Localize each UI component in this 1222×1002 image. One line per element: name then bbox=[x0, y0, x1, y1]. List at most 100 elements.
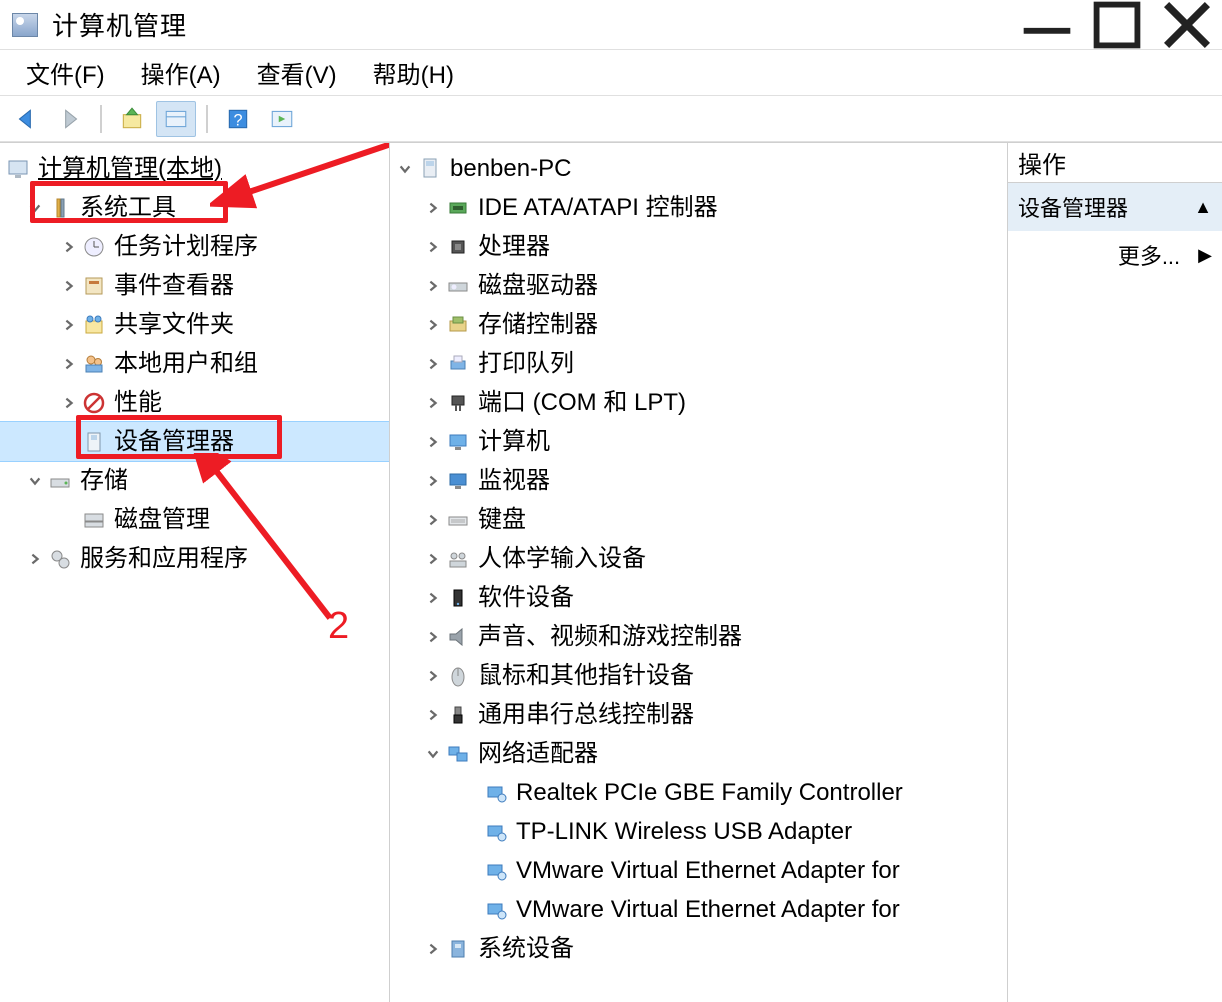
device-item-label: 监视器 bbox=[478, 469, 550, 493]
expand-icon[interactable] bbox=[422, 474, 444, 488]
navigation-tree: 计算机管理(本地) 系统工具任务计划程序事件查看器共享文件夹本地用户和组性能设备… bbox=[0, 143, 390, 1002]
expand-icon[interactable] bbox=[422, 435, 444, 449]
nav-item[interactable]: 共享文件夹 bbox=[0, 305, 389, 344]
device-item-label: VMware Virtual Ethernet Adapter for bbox=[516, 859, 900, 883]
help-button[interactable]: ? bbox=[218, 101, 258, 137]
nav-item[interactable]: 存储 bbox=[0, 461, 389, 500]
device-item[interactable]: 磁盘驱动器 bbox=[390, 266, 1007, 305]
diskmgt-icon bbox=[80, 507, 108, 533]
device-item[interactable]: 计算机 bbox=[390, 422, 1007, 461]
menu-view[interactable]: 查看(V) bbox=[239, 51, 355, 94]
nav-item[interactable]: 设备管理器 bbox=[0, 422, 389, 461]
device-item[interactable]: 端口 (COM 和 LPT) bbox=[390, 383, 1007, 422]
device-item[interactable]: 键盘 bbox=[390, 500, 1007, 539]
devmgr-icon bbox=[80, 429, 108, 455]
menu-help[interactable]: 帮助(H) bbox=[355, 51, 472, 94]
expand-icon[interactable] bbox=[422, 669, 444, 683]
device-item[interactable]: 声音、视频和游戏控制器 bbox=[390, 617, 1007, 656]
net-icon bbox=[444, 741, 472, 767]
expand-icon[interactable] bbox=[422, 552, 444, 566]
device-item-label: 声音、视频和游戏控制器 bbox=[478, 625, 742, 649]
nav-item[interactable]: 磁盘管理 bbox=[0, 500, 389, 539]
minimize-button[interactable] bbox=[1012, 0, 1082, 50]
device-item[interactable]: 存储控制器 bbox=[390, 305, 1007, 344]
device-item-label: 磁盘驱动器 bbox=[478, 274, 598, 298]
expand-icon[interactable] bbox=[422, 513, 444, 527]
device-item[interactable]: 软件设备 bbox=[390, 578, 1007, 617]
expand-icon[interactable] bbox=[422, 396, 444, 410]
action-primary-label: 设备管理器 bbox=[1018, 191, 1128, 223]
properties-button[interactable] bbox=[156, 101, 196, 137]
device-item-label: 系统设备 bbox=[478, 937, 574, 961]
forward-button[interactable] bbox=[50, 101, 90, 137]
menu-file[interactable]: 文件(F) bbox=[8, 51, 123, 94]
device-item[interactable]: 系统设备 bbox=[390, 929, 1007, 968]
details-button[interactable] bbox=[262, 101, 302, 137]
device-item[interactable]: VMware Virtual Ethernet Adapter for bbox=[390, 890, 1007, 929]
device-item[interactable]: VMware Virtual Ethernet Adapter for bbox=[390, 851, 1007, 890]
disk-icon bbox=[46, 468, 74, 494]
maximize-button[interactable] bbox=[1082, 0, 1152, 50]
device-item[interactable]: TP-LINK Wireless USB Adapter bbox=[390, 812, 1007, 851]
event-icon bbox=[80, 273, 108, 299]
nav-item[interactable]: 事件查看器 bbox=[0, 266, 389, 305]
expand-icon[interactable] bbox=[58, 357, 80, 371]
device-item[interactable]: 监视器 bbox=[390, 461, 1007, 500]
toolbar-separator bbox=[100, 105, 102, 133]
expand-icon[interactable] bbox=[58, 318, 80, 332]
action-more[interactable]: 更多... ▶ bbox=[1008, 231, 1222, 279]
up-button[interactable] bbox=[112, 101, 152, 137]
expand-icon[interactable] bbox=[422, 591, 444, 605]
device-item-label: 网络适配器 bbox=[478, 742, 598, 766]
port-icon bbox=[444, 390, 472, 416]
perf-icon bbox=[80, 390, 108, 416]
device-item-label: 计算机 bbox=[478, 430, 550, 454]
device-item[interactable]: IDE ATA/ATAPI 控制器 bbox=[390, 188, 1007, 227]
nav-item[interactable]: 服务和应用程序 bbox=[0, 539, 389, 578]
monitor-icon bbox=[444, 468, 472, 494]
expand-icon[interactable] bbox=[394, 162, 416, 176]
nav-item[interactable]: 任务计划程序 bbox=[0, 227, 389, 266]
expand-icon[interactable] bbox=[422, 201, 444, 215]
device-root[interactable]: benben-PC bbox=[390, 149, 1007, 188]
back-button[interactable] bbox=[6, 101, 46, 137]
action-primary[interactable]: 设备管理器 ▲ bbox=[1008, 183, 1222, 231]
device-item[interactable]: 人体学输入设备 bbox=[390, 539, 1007, 578]
tree-root[interactable]: 计算机管理(本地) bbox=[0, 149, 389, 188]
expand-icon[interactable] bbox=[58, 240, 80, 254]
device-item[interactable]: 鼠标和其他指针设备 bbox=[390, 656, 1007, 695]
device-item[interactable]: 网络适配器 bbox=[390, 734, 1007, 773]
expand-icon[interactable] bbox=[24, 552, 46, 566]
storage-icon bbox=[444, 312, 472, 338]
expand-icon[interactable] bbox=[422, 318, 444, 332]
mouse-icon bbox=[444, 663, 472, 689]
expand-icon[interactable] bbox=[422, 708, 444, 722]
users-icon bbox=[80, 351, 108, 377]
expand-icon[interactable] bbox=[24, 474, 46, 488]
device-item-label: TP-LINK Wireless USB Adapter bbox=[516, 820, 852, 844]
expand-icon[interactable] bbox=[58, 396, 80, 410]
expand-icon[interactable] bbox=[422, 630, 444, 644]
device-item[interactable]: Realtek PCIe GBE Family Controller bbox=[390, 773, 1007, 812]
expand-icon[interactable] bbox=[422, 357, 444, 371]
printer-icon bbox=[444, 351, 472, 377]
menu-action[interactable]: 操作(A) bbox=[123, 51, 239, 94]
cpu-icon bbox=[444, 234, 472, 260]
device-item[interactable]: 打印队列 bbox=[390, 344, 1007, 383]
expand-icon[interactable] bbox=[422, 240, 444, 254]
expand-icon[interactable] bbox=[24, 201, 46, 215]
computer-icon bbox=[416, 156, 444, 182]
expand-icon[interactable] bbox=[422, 942, 444, 956]
expand-icon[interactable] bbox=[422, 747, 444, 761]
nav-item[interactable]: 本地用户和组 bbox=[0, 344, 389, 383]
device-item[interactable]: 处理器 bbox=[390, 227, 1007, 266]
nav-item[interactable]: 性能 bbox=[0, 383, 389, 422]
expand-icon[interactable] bbox=[58, 279, 80, 293]
nav-item-label: 存储 bbox=[80, 469, 128, 493]
close-button[interactable] bbox=[1152, 0, 1222, 50]
device-item[interactable]: 通用串行总线控制器 bbox=[390, 695, 1007, 734]
expand-icon[interactable] bbox=[422, 279, 444, 293]
computer-icon bbox=[4, 156, 32, 182]
toolbar: ? bbox=[0, 96, 1222, 142]
nav-item[interactable]: 系统工具 bbox=[0, 188, 389, 227]
